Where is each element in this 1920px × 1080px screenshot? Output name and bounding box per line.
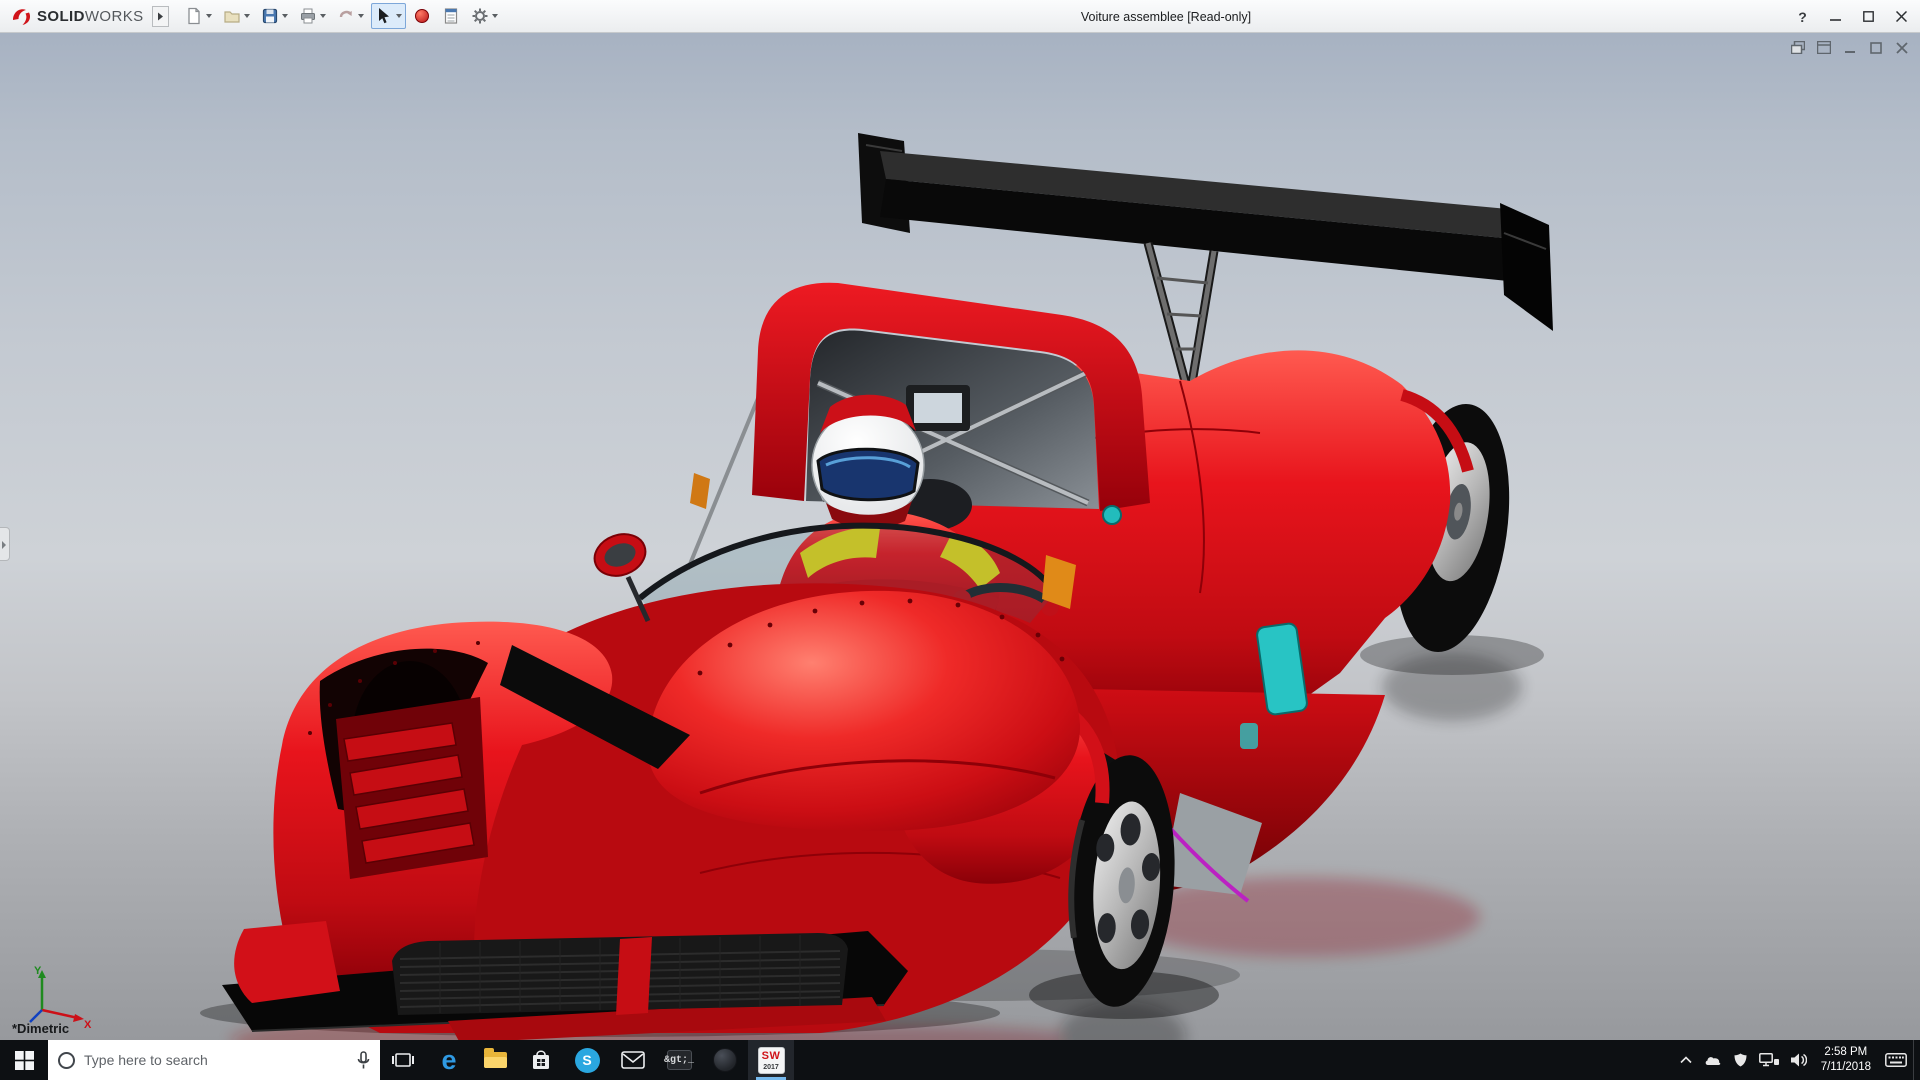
minimize-button[interactable] [1819,0,1852,33]
window-controls: ? [1786,0,1918,33]
console-icon: &gt;_ [667,1050,692,1070]
print-icon [299,7,317,25]
radiator-grille[interactable] [392,933,848,1015]
volume-button[interactable] [1785,1040,1813,1080]
graphics-area[interactable]: Y X *Dimetric [0,33,1920,1040]
menu-flyout-arrow[interactable] [152,6,169,27]
task-view-icon [392,1051,414,1069]
doc-close-icon[interactable] [1892,39,1912,56]
dropdown-caret[interactable] [358,14,364,18]
dark-disc-app-icon [713,1048,737,1072]
dropdown-caret[interactable] [282,14,288,18]
touch-keyboard-button[interactable] [1879,1040,1913,1080]
save-floppy-icon [261,7,279,25]
onedrive-button[interactable] [1698,1040,1728,1080]
new-document-button[interactable] [181,3,216,29]
doc-restore-icon[interactable] [1788,39,1808,56]
hidden-icons-button[interactable] [1674,1040,1698,1080]
shield-icon [1734,1053,1747,1067]
select-cursor-icon [375,7,393,25]
clock-time: 2:58 PM [1824,1045,1867,1060]
featuremanager-collapsed-tab[interactable] [0,527,10,561]
taskbar-app-file-explorer[interactable] [472,1040,518,1080]
rear-view-mirror[interactable] [906,385,970,431]
open-folder-icon [223,7,241,25]
design-library-button[interactable] [438,3,464,29]
document-window-controls [1788,39,1912,56]
orientation-triad: Y X [20,962,94,1030]
task-view-button[interactable] [380,1040,426,1080]
titlebar: SOLIDWORKS [0,0,1920,33]
network-icon [1759,1053,1779,1067]
triad-x-label: X [84,1019,92,1030]
solidworks-2017-icon: SW 2017 [758,1047,785,1074]
keyboard-icon [1885,1053,1907,1067]
store-bag-icon [530,1048,552,1072]
dropdown-caret[interactable] [396,14,402,18]
cloud-icon [1704,1054,1722,1066]
triad-y-label: Y [34,965,42,977]
driver-helmet[interactable] [812,395,924,529]
undo-button[interactable] [333,3,368,29]
skype-icon: S [575,1048,600,1073]
window-title: Voiture assemblee [Read-only] [1081,0,1251,33]
options-button[interactable] [467,3,502,29]
mail-envelope-icon [621,1051,645,1069]
save-button[interactable] [257,3,292,29]
show-desktop-strip[interactable] [1913,1040,1920,1080]
dropdown-caret[interactable] [244,14,250,18]
clock-date: 7/11/2018 [1821,1060,1871,1075]
windows-logo-icon [15,1051,34,1070]
wing-struts[interactable] [1148,243,1214,385]
taskbar-app-skype[interactable]: S [564,1040,610,1080]
speaker-icon [1791,1053,1807,1067]
network-button[interactable] [1753,1040,1785,1080]
dropdown-caret[interactable] [492,14,498,18]
doc-new-window-icon[interactable] [1814,39,1834,56]
file-explorer-icon [484,1052,507,1068]
race-car-model[interactable] [0,33,1920,1080]
help-button[interactable]: ? [1786,0,1819,33]
appearance-button[interactable] [409,3,435,29]
app-wordmark: SOLIDWORKS [37,8,144,25]
start-button[interactable] [0,1040,48,1080]
app-brand: SOLIDWORKS [0,0,152,32]
windows-taskbar: e S &gt;_ [0,1040,1920,1080]
print-button[interactable] [295,3,330,29]
maximize-button[interactable] [1852,0,1885,33]
dropdown-caret[interactable] [320,14,326,18]
defender-button[interactable] [1728,1040,1753,1080]
gear-icon [471,7,489,25]
cortana-icon[interactable] [58,1052,75,1069]
taskbar-app-solidworks[interactable]: SW 2017 [748,1040,794,1080]
solidworks-window: Y X *Dimetric SOLIDWORKS [0,0,1920,1080]
taskbar-app-store[interactable] [518,1040,564,1080]
taskbar-search[interactable] [48,1040,380,1080]
microphone-icon[interactable] [357,1051,370,1070]
search-input[interactable] [84,1052,348,1068]
doc-minimize-icon[interactable] [1840,39,1860,56]
design-library-icon [442,7,460,25]
chevron-up-icon [1680,1056,1692,1064]
undo-arrow-icon [337,7,355,25]
view-orientation-label: *Dimetric [12,1021,69,1036]
doc-maximize-icon[interactable] [1866,39,1886,56]
open-button[interactable] [219,3,254,29]
side-mirror[interactable] [589,527,652,621]
appearance-sphere-icon [413,7,431,25]
taskbar-app-edge[interactable]: e [426,1040,472,1080]
edge-icon: e [441,1047,456,1074]
quick-access-toolbar [181,3,502,29]
dropdown-caret[interactable] [206,14,212,18]
select-button[interactable] [371,3,406,29]
system-tray: 2:58 PM 7/11/2018 [1674,1040,1920,1080]
taskbar-app-console[interactable]: &gt;_ [656,1040,702,1080]
taskbar-clock[interactable]: 2:58 PM 7/11/2018 [1813,1040,1879,1080]
taskbar-app-mail[interactable] [610,1040,656,1080]
taskbar-app-generic[interactable] [702,1040,748,1080]
dassault-systemes-logo [10,5,32,27]
close-button[interactable] [1885,0,1918,33]
new-document-icon [185,7,203,25]
